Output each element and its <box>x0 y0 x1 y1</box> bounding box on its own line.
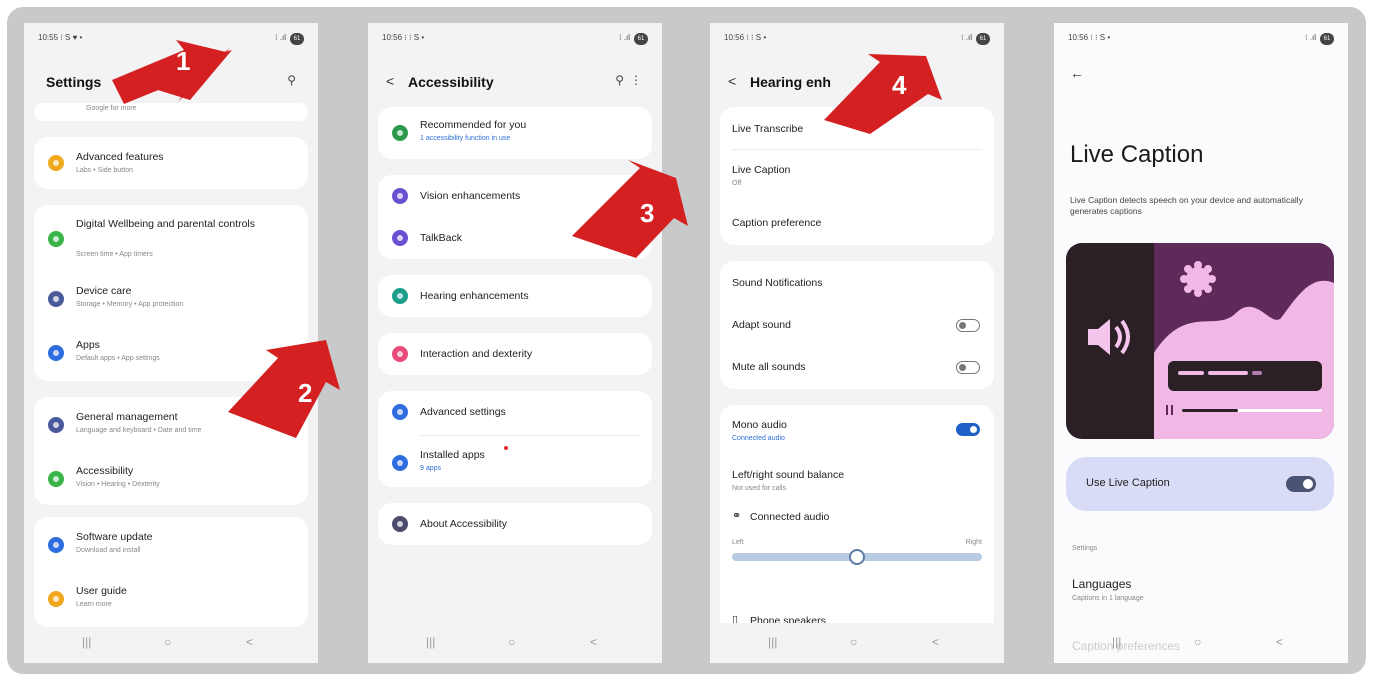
step-number-4: 4 <box>892 70 907 100</box>
annotation-arrows: 1 2 3 4 <box>112 40 942 438</box>
step-arrow-1 <box>112 40 232 104</box>
step-number-3: 3 <box>640 198 654 228</box>
step-arrow-2 <box>228 340 340 438</box>
step-number-1: 1 <box>176 46 190 76</box>
step-arrow-4 <box>824 54 942 134</box>
step-number-2: 2 <box>298 378 312 408</box>
step-arrow-3 <box>572 160 688 258</box>
